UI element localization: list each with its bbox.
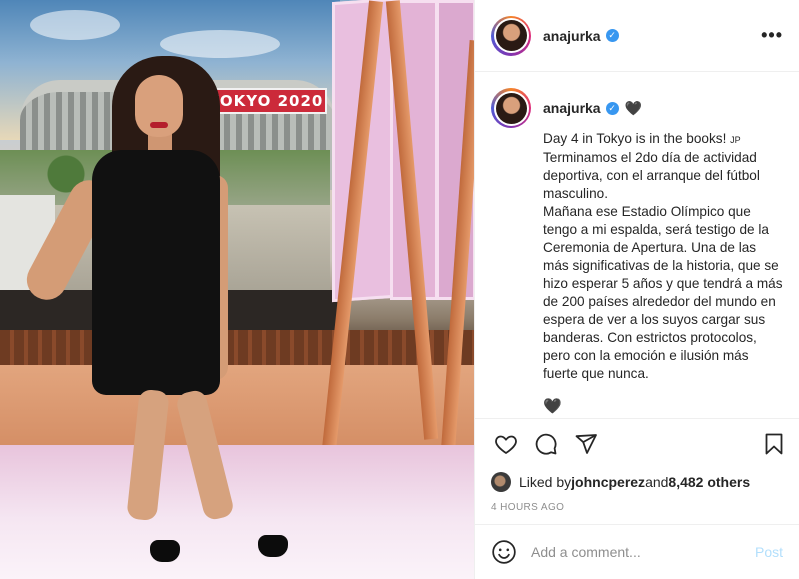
caption-tag: JP [730,135,741,145]
person-shoe [150,540,180,562]
likes-middle: and [645,474,669,490]
caption-text: Day 4 in Tokyo is in the books! JP Termi… [543,130,783,383]
photo-wood-band [0,330,474,370]
comments-section: anajurka ✓ 🖤 Day 4 in Tokyo is in the bo… [475,72,799,418]
story-ring[interactable] [491,88,531,128]
avatar [495,92,527,124]
avatar-inner [493,18,529,53]
avatar-inner [493,90,529,126]
header-username[interactable]: anajurka [543,28,601,44]
action-bar [475,418,799,468]
photo-cloud [160,30,280,58]
save-button[interactable] [759,429,789,459]
paper-plane-icon [575,433,597,454]
comment-input[interactable] [531,544,755,560]
black-heart-icon: 🖤 [543,398,562,415]
stadium-sign: TOKYO 2020 [205,88,327,114]
likes-prefix: Liked by [519,474,572,490]
post-side-panel: anajurka ✓ ••• anajurka ✓ 🖤 Day 4 in Tok… [474,0,799,579]
verified-badge-icon: ✓ [605,101,619,115]
caption-username[interactable]: anajurka [543,100,601,116]
photo-floor [0,445,474,579]
person-shoe [258,535,288,557]
emoji-icon[interactable] [491,539,517,565]
black-heart-icon: 🖤 [624,99,643,116]
likes-count[interactable]: 8,482 others [668,474,750,490]
post-timestamp[interactable]: 4 HOURS AGO [475,494,799,524]
instagram-post-modal: TOKYO 2020 anajurka ✓ ••• anajurka ✓ 🖤 D… [0,0,799,579]
photo-cloud [30,10,120,40]
liker-username[interactable]: johncperez [571,474,645,490]
post-header: anajurka ✓ ••• [475,0,799,72]
likes-summary: Liked by johncperez and 8,482 others [475,468,799,494]
share-button[interactable] [571,429,601,459]
avatar [495,20,527,51]
person-lips [150,122,168,128]
post-photo[interactable]: TOKYO 2020 [0,0,474,579]
heart-icon [495,435,517,454]
caption-row: anajurka ✓ 🖤 [491,88,783,128]
caption-first-line: Day 4 in Tokyo is in the books! [543,131,731,146]
story-ring[interactable] [491,15,531,56]
more-options-icon[interactable]: ••• [761,25,783,46]
comment-icon [535,433,557,455]
caption-head: anajurka ✓ 🖤 [543,88,642,128]
comment-button[interactable] [531,429,561,459]
like-button[interactable] [491,429,521,459]
add-comment-bar: Post [475,524,799,579]
liker-avatar[interactable] [491,472,511,492]
post-comment-button[interactable]: Post [755,544,783,560]
verified-badge-icon: ✓ [605,29,619,42]
photo-desk [0,365,474,445]
caption-body: Terminamos el 2do día de actividad depor… [543,150,783,381]
person-black-dress [92,150,220,395]
bookmark-icon [765,433,783,454]
